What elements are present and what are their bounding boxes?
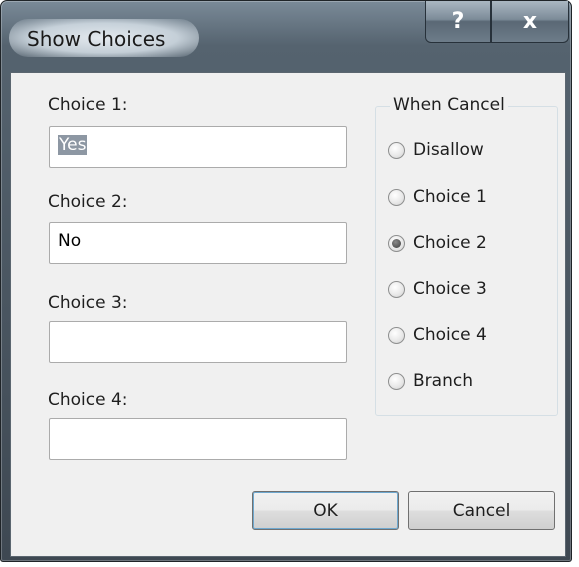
choice-3-label: Choice 3:	[48, 293, 128, 313]
radio-choice-1-button[interactable]	[388, 188, 405, 206]
when-cancel-group: When Cancel Disallow Choice 1 Choice 2 C…	[375, 95, 558, 416]
close-button[interactable]: x	[491, 1, 569, 43]
radio-choice-3-label: Choice 3	[413, 279, 487, 299]
when-cancel-title: When Cancel	[390, 95, 508, 115]
radio-choice-4[interactable]: Choice 4	[388, 325, 487, 345]
choice-1-label: Choice 1:	[48, 95, 128, 115]
choice-2-label: Choice 2:	[48, 192, 128, 212]
choice-3-input[interactable]	[49, 321, 347, 363]
radio-choice-3[interactable]: Choice 3	[388, 279, 487, 299]
radio-choice-4-label: Choice 4	[413, 325, 487, 345]
radio-choice-4-button[interactable]	[388, 326, 405, 344]
radio-branch[interactable]: Branch	[388, 371, 473, 391]
choice-1-input[interactable]: Yes	[49, 126, 347, 168]
choice-4-input[interactable]	[49, 418, 347, 460]
choice-2-value: No	[58, 231, 82, 251]
radio-choice-2-button[interactable]	[388, 234, 405, 252]
help-icon: ?	[451, 9, 465, 34]
window-title: Show Choices	[27, 27, 166, 51]
choice-1-value: Yes	[58, 135, 88, 155]
radio-disallow[interactable]: Disallow	[388, 140, 484, 160]
radio-branch-button[interactable]	[388, 372, 405, 390]
radio-choice-3-button[interactable]	[388, 280, 405, 298]
cancel-button[interactable]: Cancel	[408, 491, 555, 530]
radio-disallow-button[interactable]	[388, 141, 405, 159]
radio-branch-label: Branch	[413, 371, 473, 391]
dialog-client-area: Choice 1: Yes Choice 2: No Choice 3: Cho…	[10, 72, 566, 557]
radio-choice-2-label: Choice 2	[413, 233, 487, 253]
choice-4-label: Choice 4:	[48, 390, 128, 410]
radio-choice-1[interactable]: Choice 1	[388, 187, 487, 207]
radio-choice-2[interactable]: Choice 2	[388, 233, 487, 253]
radio-disallow-label: Disallow	[413, 140, 484, 160]
radio-choice-1-label: Choice 1	[413, 187, 487, 207]
ok-button[interactable]: OK	[252, 491, 399, 530]
dialog-window: Show Choices ? x Choice 1: Yes Choice 2:…	[0, 0, 572, 562]
title-bar[interactable]: Show Choices ? x	[1, 1, 571, 71]
help-button[interactable]: ?	[425, 1, 491, 43]
choice-2-input[interactable]: No	[49, 222, 347, 264]
close-icon: x	[522, 9, 538, 34]
